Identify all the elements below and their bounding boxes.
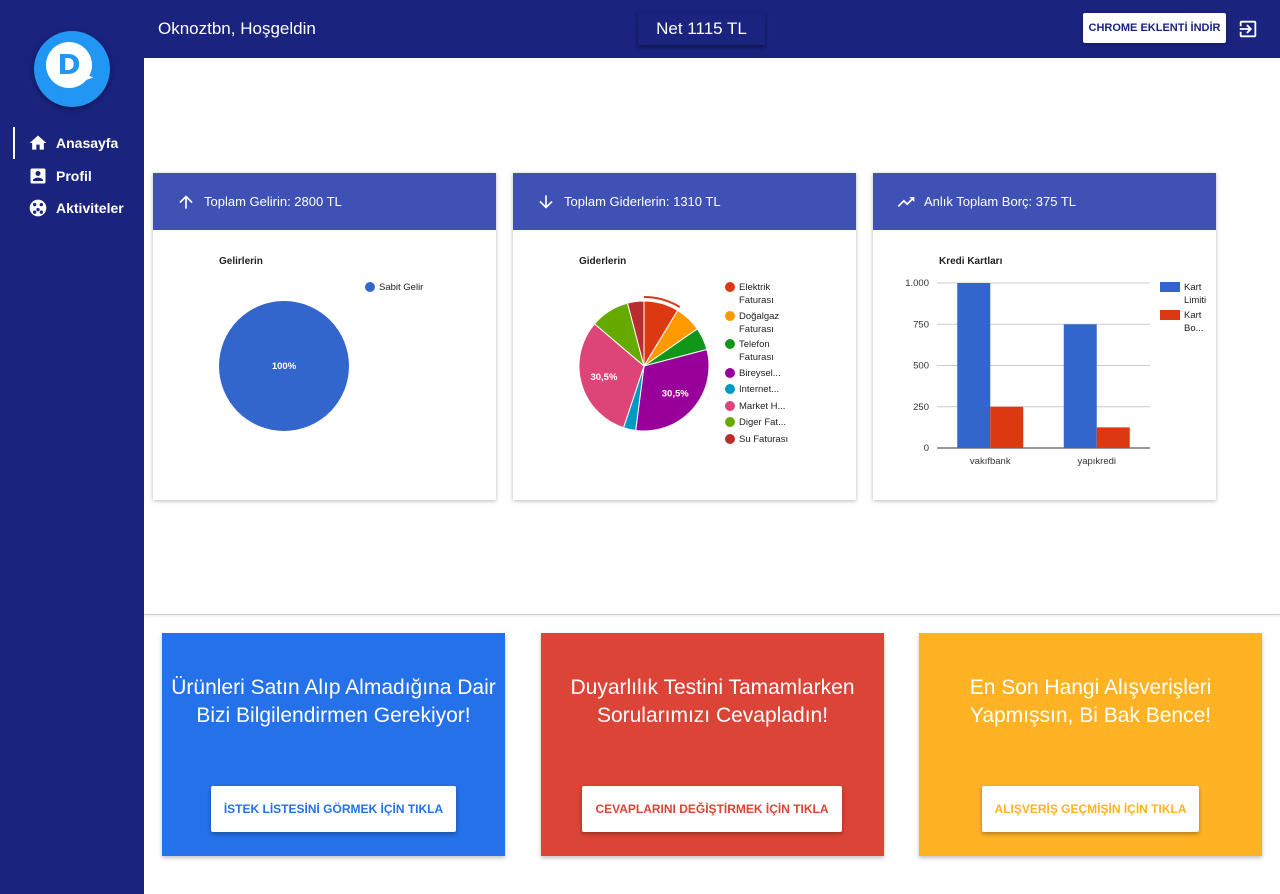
- legend-marker: [725, 400, 735, 411]
- bar-yapıkredi-0[interactable]: [1063, 324, 1097, 448]
- y-tick-label: 0: [924, 443, 929, 454]
- sidebar-item-aktiviteler[interactable]: Aktiviteler: [28, 197, 124, 219]
- section-divider: [144, 614, 1280, 615]
- legend-label: Diger Fat...: [739, 417, 786, 428]
- promo-text-line: Sorularımızı Cevapladın!: [596, 704, 829, 727]
- income-card: Toplam Gelirin: 2800 TL Gelirlerin 100% …: [153, 173, 496, 500]
- expense-pie-chart: 30,5% 30,5%: [578, 296, 710, 432]
- bar-vakıfbank-1[interactable]: [990, 406, 1024, 448]
- logo-letter: D: [57, 48, 81, 81]
- legend-label: Telefon Faturası: [739, 339, 774, 363]
- legend-label: Elektrik Faturası: [739, 282, 774, 306]
- wishlist-promo: Ürünleri Satın Alıp Almadığına Dair Bizi…: [162, 633, 505, 856]
- promo-text-line: Ürünleri Satın Alıp Almadığına Dair: [171, 676, 496, 699]
- change-answers-button[interactable]: CEVAPLARINI DEĞİŞTİRMEK İÇİN TIKLA: [582, 786, 842, 832]
- promo-text: Ürünleri Satın Alıp Almadığına Dair Bizi…: [162, 674, 505, 730]
- credit-card-bar-chart: 1.000 750 500 250 0 vakıfbank yapıkredi: [905, 278, 1150, 467]
- legend-label: Market H...: [739, 400, 786, 412]
- survey-promo: Duyarlılık Testini Tamamlarken Sorularım…: [541, 633, 884, 856]
- y-tick-label: 1.000: [905, 278, 929, 289]
- pie-slice-label: 100%: [272, 361, 297, 372]
- sidebar: D Anasayfa Profil Aktiviteler: [0, 0, 144, 894]
- chrome-extension-download-button[interactable]: CHROME EKLENTİ İNDİR: [1083, 13, 1226, 43]
- legend-label: Kart Limiti: [1184, 282, 1207, 306]
- y-tick-label: 500: [913, 361, 929, 372]
- sidebar-item-label: Aktiviteler: [56, 200, 124, 216]
- legend-label: Doğalgaz Faturası: [739, 310, 780, 335]
- promo-text: Duyarlılık Testini Tamamlarken Sorularım…: [541, 674, 884, 730]
- promo-text-line: Bizi Bilgilendirmen Gerekiyor!: [196, 704, 471, 727]
- legend-marker: [365, 282, 375, 292]
- income-pie-chart: 100%: [219, 301, 349, 431]
- shopping-history-button[interactable]: ALIŞVERİŞ GEÇMİŞİN İÇİN TIKLA: [982, 786, 1199, 832]
- logout-icon[interactable]: [1237, 18, 1259, 40]
- legend-marker: [725, 282, 735, 292]
- legend-label: Bireysel...: [739, 367, 781, 379]
- bar-vakıfbank-0[interactable]: [957, 283, 991, 448]
- legend-marker: [725, 310, 735, 321]
- legend-label: Kart Bo...: [1184, 310, 1204, 334]
- legend-marker: [1160, 282, 1180, 292]
- legend-label: Sabit Gelir: [379, 282, 424, 293]
- promo-text-line: Duyarlılık Testini Tamamlarken: [570, 676, 855, 699]
- shopping-history-promo: En Son Hangi Alışverişleri Yapmışsın, Bi…: [919, 633, 1262, 856]
- pie-slice-label: 30,5%: [662, 388, 689, 399]
- y-tick-label: 750: [913, 319, 929, 330]
- promo-text-line: En Son Hangi Alışverişleri: [969, 676, 1212, 699]
- x-tick-label: vakıfbank: [970, 456, 1011, 467]
- legend-label: Su Faturası: [739, 433, 789, 445]
- legend-marker: [725, 433, 735, 444]
- promo-text: En Son Hangi Alışverişleri Yapmışsın, Bi…: [919, 674, 1262, 730]
- x-tick-label: yapıkredi: [1077, 456, 1116, 467]
- legend-marker: [725, 417, 735, 427]
- sidebar-item-label: Profil: [56, 168, 92, 184]
- sidebar-item-profil[interactable]: Profil: [28, 165, 92, 187]
- promo-text-line: Yapmışsın, Bi Bak Bence!: [969, 704, 1212, 727]
- legend-marker: [1160, 310, 1180, 320]
- debt-card: Anlık Toplam Borç: 375 TL Kredi Kartları…: [873, 173, 1216, 500]
- net-balance: Net 1115 TL: [638, 13, 765, 45]
- profile-icon: [30, 168, 46, 184]
- activities-icon: [29, 199, 47, 217]
- wishlist-button[interactable]: İSTEK LİSTESİNİ GÖRMEK İÇİN TIKLA: [211, 786, 456, 832]
- app-logo[interactable]: D: [34, 31, 110, 107]
- nav-active-indicator: [13, 127, 15, 159]
- legend-label: Internet...: [739, 384, 780, 395]
- legend-marker: [725, 367, 735, 378]
- welcome-text: Oknoztbn, Hoşgeldin: [158, 19, 316, 38]
- legend-marker: [725, 384, 735, 394]
- sidebar-item-label: Anasayfa: [56, 135, 119, 151]
- pie-slice-label: 30,5%: [590, 372, 617, 383]
- home-icon: [29, 135, 47, 150]
- sidebar-item-anasayfa[interactable]: Anasayfa: [28, 132, 118, 154]
- expense-card: Toplam Giderlerin: 1310 TL Giderlerin 30…: [513, 173, 856, 500]
- bar-yapıkredi-1[interactable]: [1096, 427, 1130, 448]
- legend-marker: [725, 339, 735, 349]
- y-tick-label: 250: [913, 402, 929, 413]
- top-bar: Oknoztbn, Hoşgeldin Net 1115 TL CHROME E…: [144, 0, 1280, 58]
